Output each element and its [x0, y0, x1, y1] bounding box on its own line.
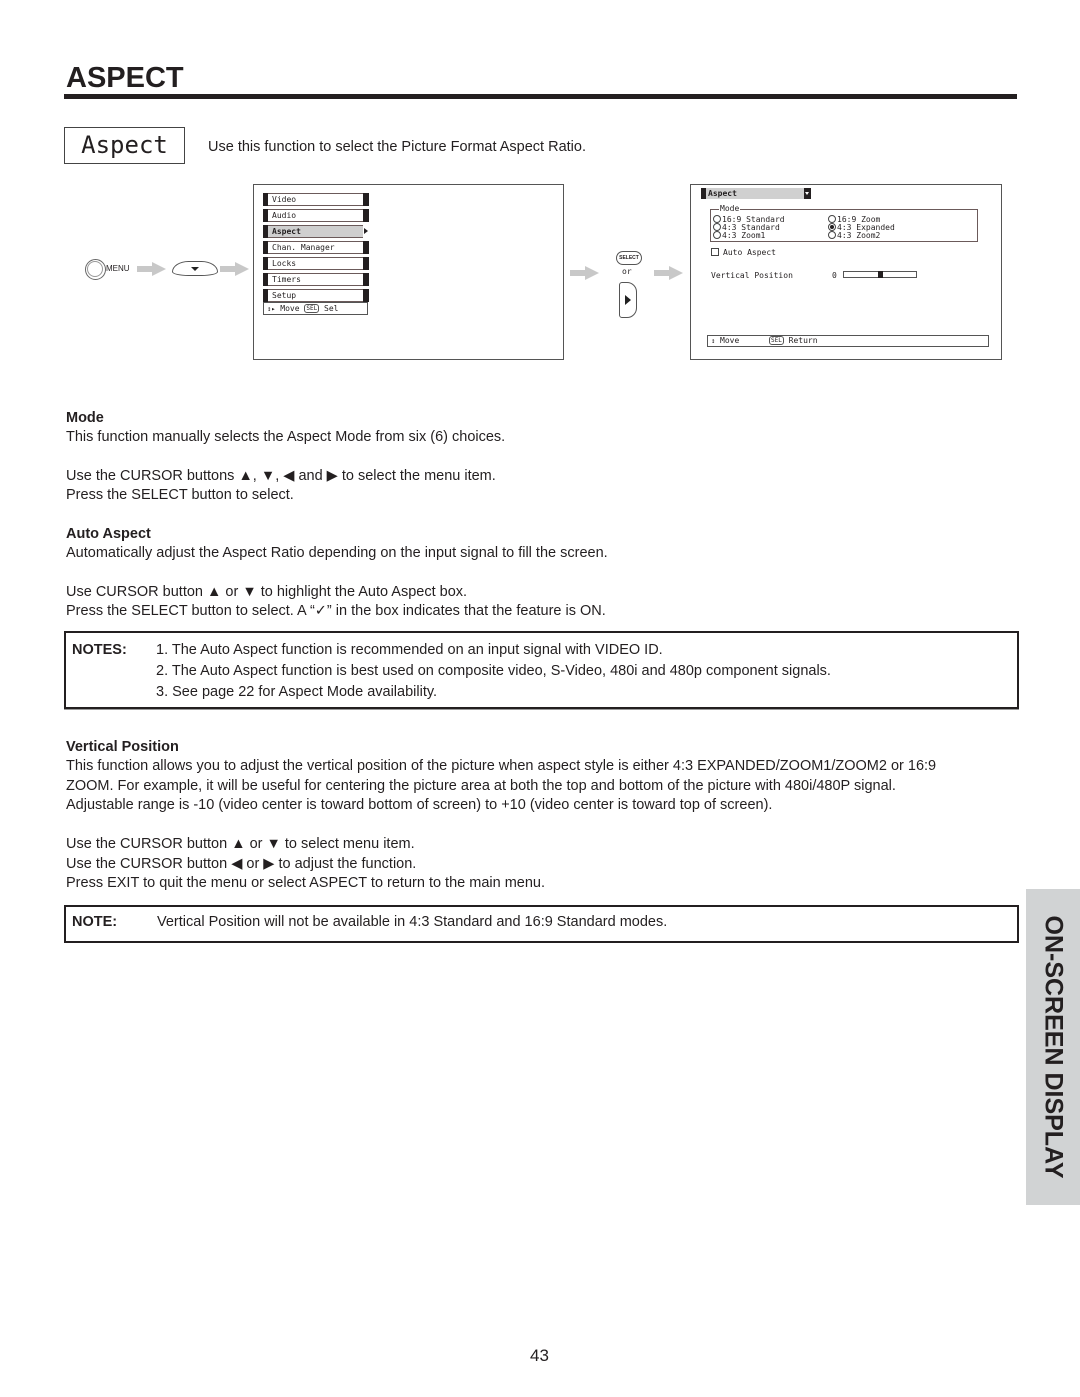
notes-box: NOTES: 1. The Auto Aspect function is re…	[64, 631, 1019, 709]
vertical-position-text: Adjustable range is -10 (video center is…	[66, 797, 773, 813]
arrow-right-icon	[137, 262, 167, 276]
radio-icon	[828, 215, 836, 223]
cursor-down-button-icon	[172, 261, 218, 276]
auto-aspect-option: Auto Aspect	[711, 248, 776, 257]
menu-item-setup: Setup	[263, 289, 369, 302]
function-label-box: Aspect	[64, 127, 185, 164]
radio-icon	[713, 231, 721, 239]
radio-icon	[713, 215, 721, 223]
title-rule	[64, 94, 1017, 99]
auto-aspect-heading: Auto Aspect	[66, 526, 151, 542]
note-box: NOTE: Vertical Position will not be avai…	[64, 905, 1019, 943]
note-item: 1. The Auto Aspect function is recommend…	[156, 642, 663, 658]
mode-group: Mode 16:9 Standard 16:9 Zoom 4:3 Standar…	[710, 204, 978, 242]
aspect-menu-header: Aspect	[701, 188, 811, 199]
mode-text: This function manually selects the Aspec…	[66, 429, 506, 445]
vertical-position-heading: Vertical Position	[66, 739, 179, 755]
submenu-arrow-icon	[363, 225, 369, 238]
vertical-position-text: This function allows you to adjust the v…	[66, 758, 937, 774]
notes-label: NOTES:	[72, 642, 127, 658]
vertical-position-text: Use the CURSOR button ▲ or ▼ to select m…	[66, 836, 415, 852]
mode-option: 4:3 Zoom2	[828, 231, 880, 240]
section-side-tab: ON-SCREEN DISPLAY	[1026, 889, 1080, 1205]
sel-badge: SEL	[768, 336, 784, 345]
menu-item-timers: Timers	[263, 273, 369, 286]
note-item: 3. See page 22 for Aspect Mode availabil…	[156, 684, 438, 700]
auto-aspect-text: Use CURSOR button ▲ or ▼ to highlight th…	[66, 584, 468, 600]
radio-icon	[828, 231, 836, 239]
select-button-icon: SELECT	[616, 251, 642, 265]
checkbox-icon	[711, 248, 719, 256]
sel-badge: SEL	[304, 304, 320, 313]
note-text: Vertical Position will not be available …	[157, 914, 668, 930]
page-number: 43	[530, 1346, 549, 1365]
move-arrows-icon: ↕	[711, 337, 716, 345]
cursor-right-button-icon	[619, 282, 637, 318]
auto-aspect-text: Automatically adjust the Aspect Ratio de…	[66, 545, 608, 561]
aspect-menu-screen: Aspect Mode 16:9 Standard 16:9 Zoom 4:3 …	[690, 184, 1002, 360]
menu-button-icon	[85, 259, 106, 280]
note-item: 2. The Auto Aspect function is best used…	[156, 663, 831, 679]
move-arrows-icon: ↕▸	[267, 305, 276, 313]
menu-item-locks: Locks	[263, 257, 369, 270]
menu-item-audio: Audio	[263, 209, 369, 222]
slider-thumb	[877, 271, 883, 278]
dropdown-arrow-icon	[804, 188, 811, 199]
vertical-position-text: Press EXIT to quit the menu or select AS…	[66, 875, 546, 891]
page-title: ASPECT	[66, 62, 184, 94]
menu-item-chan-manager: Chan. Manager	[263, 241, 369, 254]
menu-item-video: Video	[263, 193, 369, 206]
arrow-right-icon	[220, 262, 250, 276]
menu-item-aspect: Aspect	[263, 225, 369, 238]
auto-aspect-text: Press the SELECT button to select. A “✓”…	[66, 603, 606, 619]
aspect-menu-hint: ↕ Move SEL Return	[707, 335, 989, 347]
or-label: or	[622, 267, 632, 276]
arrow-right-icon	[654, 266, 684, 280]
mode-text: Press the SELECT button to select.	[66, 487, 294, 503]
mode-heading: Mode	[66, 410, 104, 426]
vertical-position-value: 0	[832, 271, 837, 280]
main-menu-screen: Video Audio Aspect Chan. Manager Locks T…	[253, 184, 564, 360]
menu-button-label: MENU	[106, 264, 130, 273]
vertical-position-text: ZOOM. For example, it will be useful for…	[66, 778, 896, 794]
mode-text: Use the CURSOR buttons ▲, ▼, ◀ and ▶ to …	[66, 468, 496, 484]
side-tab-label: ON-SCREEN DISPLAY	[1039, 915, 1068, 1179]
arrow-right-icon	[570, 266, 600, 280]
radio-icon	[713, 223, 721, 231]
mode-option: 4:3 Zoom1	[713, 231, 765, 240]
note-label: NOTE:	[72, 914, 118, 930]
vertical-position-text: Use the CURSOR button ◀ or ▶ to adjust t…	[66, 856, 417, 872]
vertical-position-slider	[843, 271, 917, 278]
intro-text: Use this function to select the Picture …	[208, 139, 586, 155]
radio-selected-icon	[828, 223, 836, 231]
main-menu-hint: ↕▸ Move SEL Sel	[263, 302, 368, 315]
vertical-position-label: Vertical Position	[711, 271, 793, 280]
